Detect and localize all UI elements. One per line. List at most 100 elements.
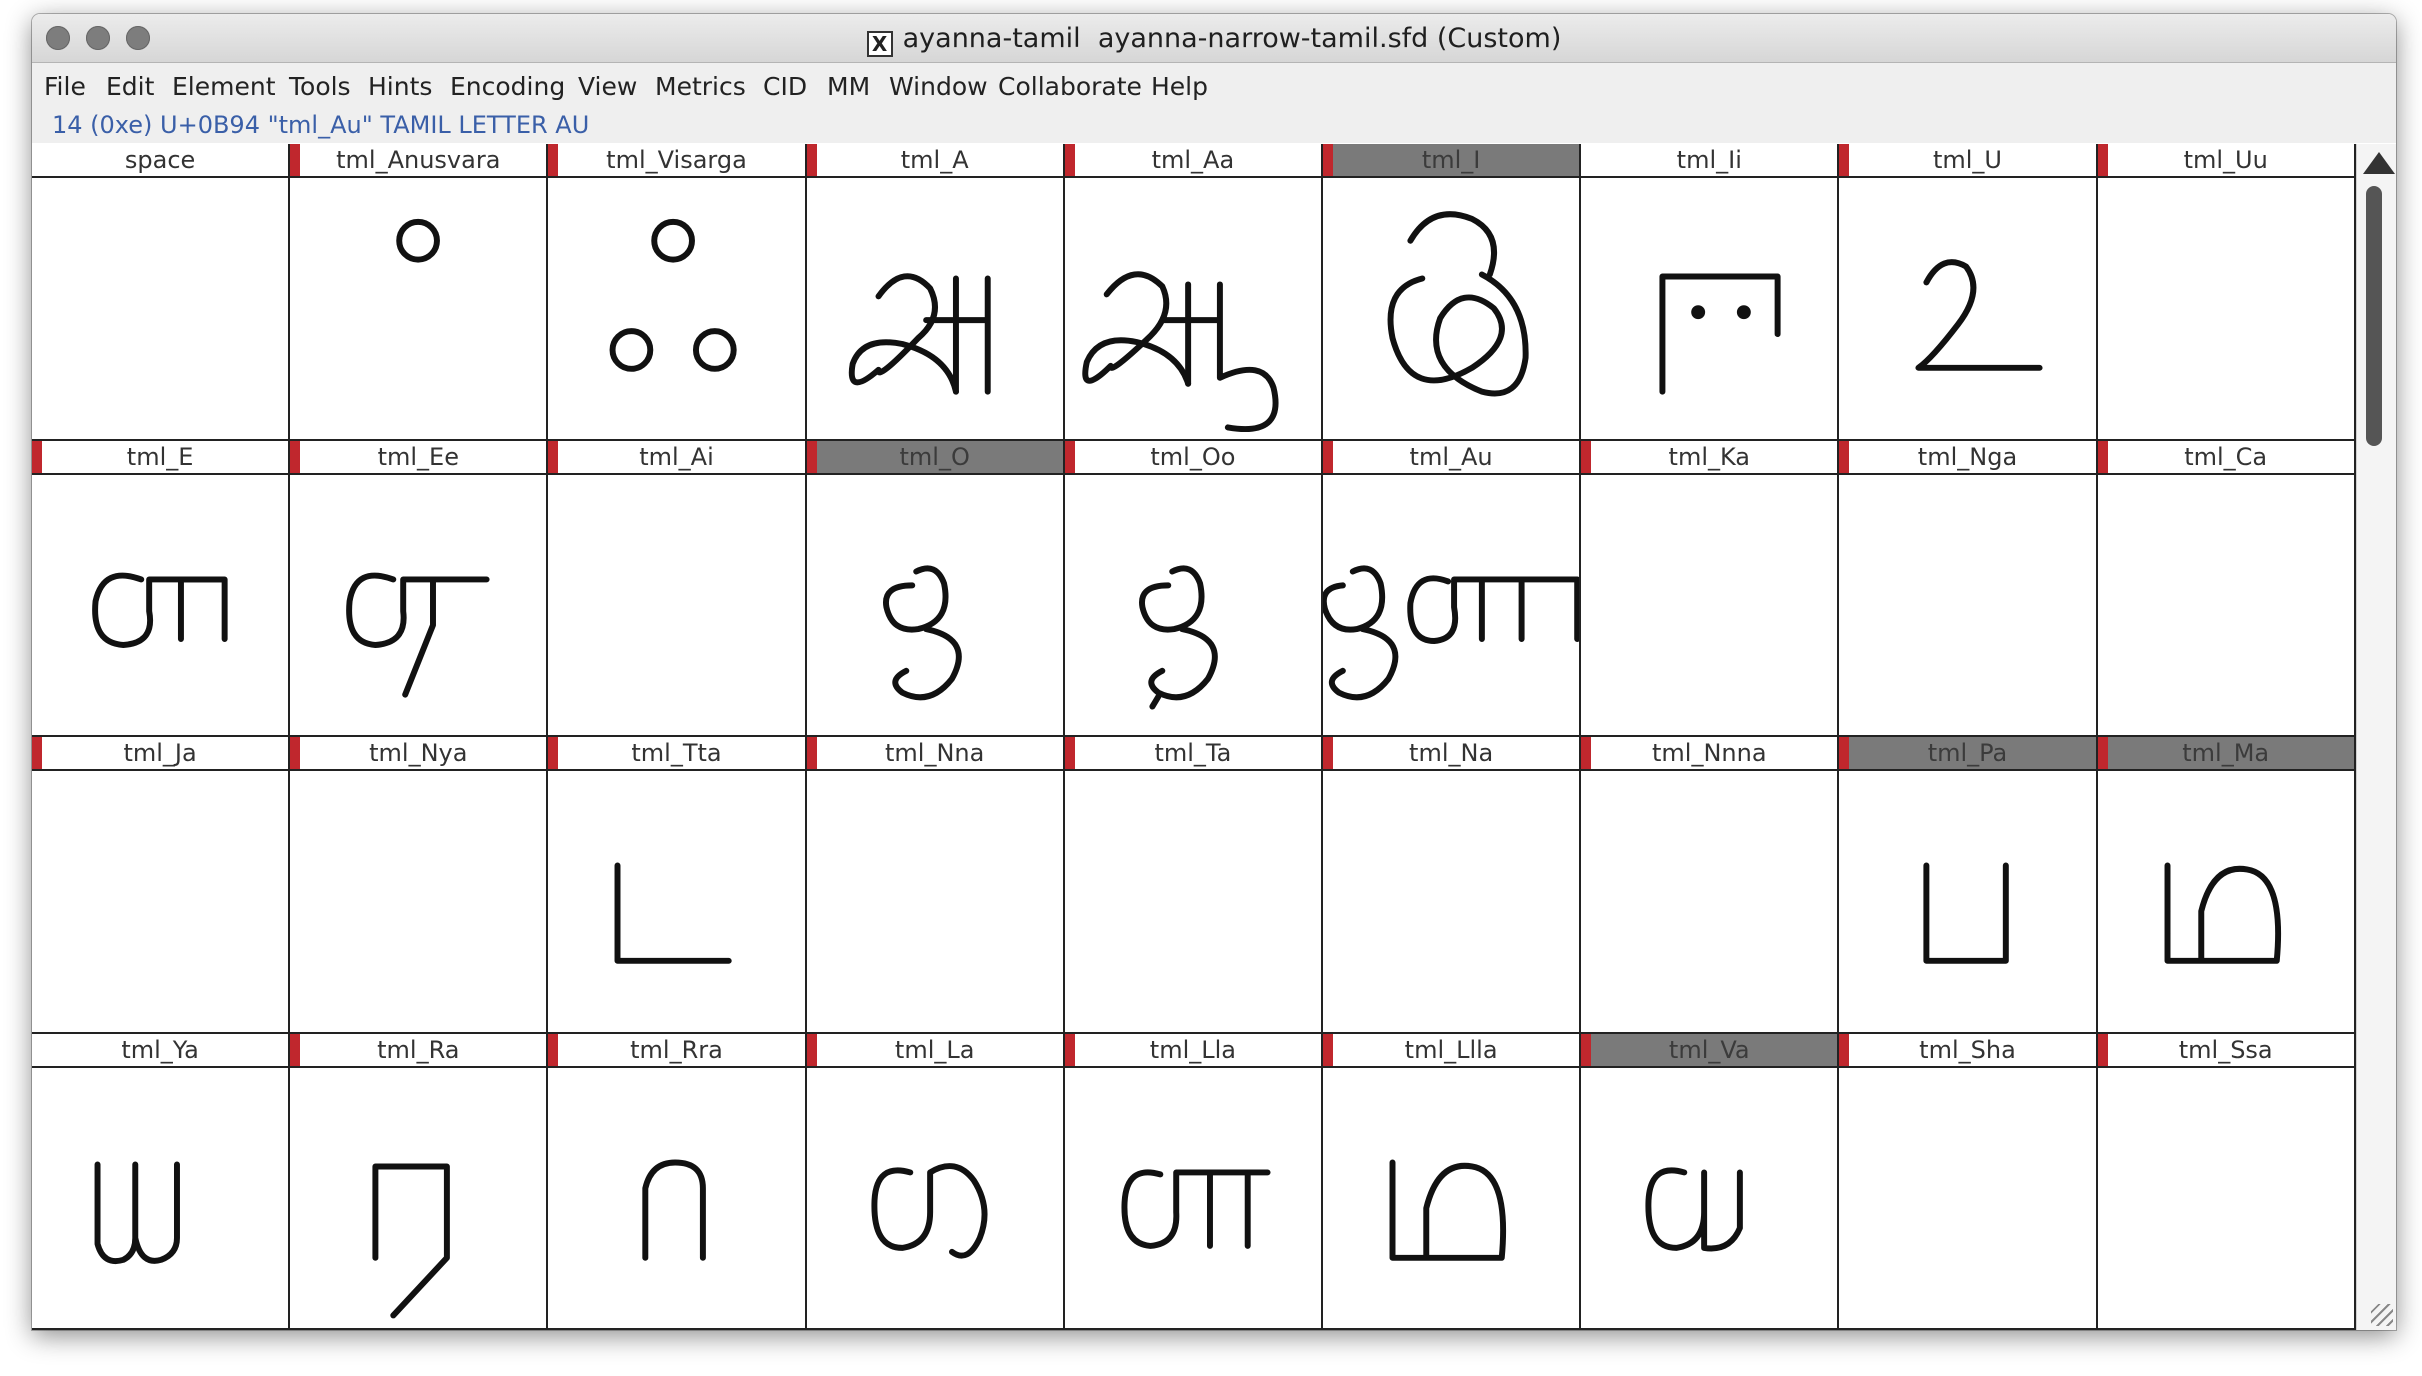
tamil-va-glyph-icon[interactable] <box>1581 1068 1837 1329</box>
glyph-cell[interactable]: tml_Aa <box>1064 144 1323 441</box>
glyph-name-label[interactable]: tml_Au <box>1323 440 1580 475</box>
empty-glyph-slot[interactable] <box>1581 771 1837 1032</box>
glyph-name-label[interactable]: tml_Nnna <box>1581 737 1838 771</box>
glyph-name-label[interactable]: tml_Nga <box>1839 440 2096 475</box>
empty-glyph-slot[interactable] <box>32 771 288 1032</box>
empty-glyph-slot[interactable] <box>32 178 288 439</box>
tamil-ee-glyph-icon[interactable] <box>290 475 546 736</box>
tamil-ma-glyph-icon[interactable] <box>2098 771 2354 1032</box>
tamil-ya-glyph-icon[interactable] <box>32 1068 288 1329</box>
empty-glyph-slot[interactable] <box>290 771 546 1032</box>
menu-cid[interactable]: CID <box>763 72 807 101</box>
glyph-name-label[interactable]: tml_Ee <box>290 440 547 475</box>
glyph-cell[interactable]: tml_Nga <box>1839 440 2098 737</box>
glyph-cell[interactable]: tml_Ta <box>1064 737 1323 1034</box>
menu-collaborate[interactable]: Collaborate <box>998 72 1142 101</box>
vertical-scrollbar[interactable] <box>2356 144 2396 1330</box>
empty-glyph-slot[interactable] <box>1839 1068 2095 1329</box>
glyph-cell[interactable]: tml_Nya <box>290 737 549 1034</box>
empty-glyph-slot[interactable] <box>548 475 804 736</box>
glyph-name-label[interactable]: tml_Anusvara <box>290 144 547 178</box>
visarga-glyph-icon[interactable] <box>548 178 804 439</box>
tamil-tta-glyph-icon[interactable] <box>548 771 804 1032</box>
glyph-cell[interactable]: tml_Ai <box>548 440 807 737</box>
glyph-cell[interactable]: tml_I <box>1323 144 1582 441</box>
glyph-name-label[interactable]: tml_U <box>1839 144 2096 178</box>
menu-view[interactable]: View <box>578 72 637 101</box>
tamil-ra-glyph-icon[interactable] <box>290 1068 546 1329</box>
title-bar[interactable]: Xayanna-tamil ayanna-narrow-tamil.sfd (C… <box>32 14 2396 63</box>
glyph-name-label[interactable]: tml_Uu <box>2097 144 2354 178</box>
menu-tools[interactable]: Tools <box>289 72 351 101</box>
glyph-cell[interactable]: tml_Ii <box>1581 144 1840 441</box>
glyph-name-label[interactable]: tml_Ka <box>1581 440 1838 475</box>
glyph-cell[interactable]: tml_Ca <box>2097 440 2356 737</box>
empty-glyph-slot[interactable] <box>807 771 1063 1032</box>
glyph-cell[interactable]: space <box>32 144 291 441</box>
glyph-cell[interactable]: tml_Oo <box>1064 440 1323 737</box>
menu-metrics[interactable]: Metrics <box>655 72 746 101</box>
glyph-name-label[interactable]: tml_Aa <box>1064 144 1321 178</box>
glyph-cell[interactable]: tml_Ya <box>32 1033 291 1330</box>
glyph-name-label[interactable]: tml_Oo <box>1064 440 1321 475</box>
tamil-ii-glyph-icon[interactable] <box>1581 178 1837 439</box>
glyph-name-label[interactable]: tml_A <box>806 144 1063 178</box>
glyph-cell[interactable]: tml_Llla <box>1323 1033 1582 1330</box>
glyph-name-label[interactable]: tml_Ai <box>548 440 805 475</box>
glyph-cell[interactable]: tml_Ssa <box>2097 1033 2356 1330</box>
anusvara-glyph-icon[interactable] <box>290 178 546 439</box>
glyph-cell[interactable]: tml_Lla <box>1064 1033 1323 1330</box>
glyph-name-label[interactable]: tml_Ssa <box>2097 1033 2354 1068</box>
glyph-cell[interactable]: tml_E <box>32 440 291 737</box>
glyph-cell[interactable]: tml_Ma <box>2097 737 2356 1034</box>
menu-encoding[interactable]: Encoding <box>450 72 565 101</box>
empty-glyph-slot[interactable] <box>2098 1068 2354 1329</box>
glyph-name-label[interactable]: tml_Ii <box>1581 144 1838 178</box>
glyph-name-label[interactable]: tml_O <box>806 440 1063 475</box>
empty-glyph-slot[interactable] <box>1323 771 1579 1032</box>
glyph-cell[interactable]: tml_La <box>806 1033 1065 1330</box>
tamil-o-glyph-icon[interactable] <box>807 475 1063 736</box>
menu-mm[interactable]: MM <box>827 72 870 101</box>
glyph-cell[interactable]: tml_Tta <box>548 737 807 1034</box>
menu-help[interactable]: Help <box>1151 72 1208 101</box>
glyph-cell[interactable]: tml_Va <box>1581 1033 1840 1330</box>
glyph-name-label[interactable]: tml_Tta <box>548 737 805 771</box>
glyph-cell[interactable]: tml_Pa <box>1839 737 2098 1034</box>
glyph-cell[interactable]: tml_Anusvara <box>290 144 549 441</box>
menu-hints[interactable]: Hints <box>368 72 432 101</box>
glyph-cell[interactable]: tml_Ra <box>290 1033 549 1330</box>
tamil-la-glyph-icon[interactable] <box>807 1068 1063 1329</box>
glyph-name-label[interactable]: tml_Nna <box>806 737 1063 771</box>
empty-glyph-slot[interactable] <box>2098 178 2354 439</box>
menu-element[interactable]: Element <box>172 72 276 101</box>
glyph-name-label[interactable]: tml_Va <box>1581 1033 1838 1068</box>
glyph-cell[interactable]: tml_Nna <box>806 737 1065 1034</box>
tamil-rra-glyph-icon[interactable] <box>548 1068 804 1329</box>
empty-glyph-slot[interactable] <box>1581 475 1837 736</box>
scroll-thumb[interactable] <box>2366 186 2382 446</box>
tamil-pa-glyph-icon[interactable] <box>1839 771 2095 1032</box>
tamil-a-glyph-icon[interactable] <box>807 178 1063 439</box>
tamil-u-glyph-icon[interactable] <box>1839 178 2095 439</box>
glyph-name-label[interactable]: tml_Nya <box>290 737 547 771</box>
glyph-cell[interactable]: tml_Nnna <box>1581 737 1840 1034</box>
glyph-name-label[interactable]: tml_Ta <box>1064 737 1321 771</box>
glyph-cell[interactable]: tml_Ee <box>290 440 549 737</box>
glyph-cell[interactable]: tml_Na <box>1323 737 1582 1034</box>
glyph-cell[interactable]: tml_U <box>1839 144 2098 441</box>
glyph-name-label[interactable]: tml_Na <box>1323 737 1580 771</box>
glyph-name-label[interactable]: tml_Visarga <box>548 144 805 178</box>
glyph-name-label[interactable]: tml_Ya <box>32 1033 289 1068</box>
glyph-name-label[interactable]: tml_Ja <box>32 737 289 771</box>
glyph-name-label[interactable]: tml_Lla <box>1064 1033 1321 1068</box>
glyph-cell[interactable]: tml_A <box>806 144 1065 441</box>
glyph-cell[interactable]: tml_Sha <box>1839 1033 2098 1330</box>
empty-glyph-slot[interactable] <box>1839 475 2095 736</box>
glyph-cell[interactable]: tml_Uu <box>2097 144 2356 441</box>
glyph-name-label[interactable]: tml_Ra <box>290 1033 547 1068</box>
glyph-cell[interactable]: tml_Ja <box>32 737 291 1034</box>
tamil-e-glyph-icon[interactable] <box>32 475 288 736</box>
resize-grip-icon[interactable] <box>2371 1304 2393 1326</box>
glyph-name-label[interactable]: tml_Ma <box>2097 737 2354 771</box>
